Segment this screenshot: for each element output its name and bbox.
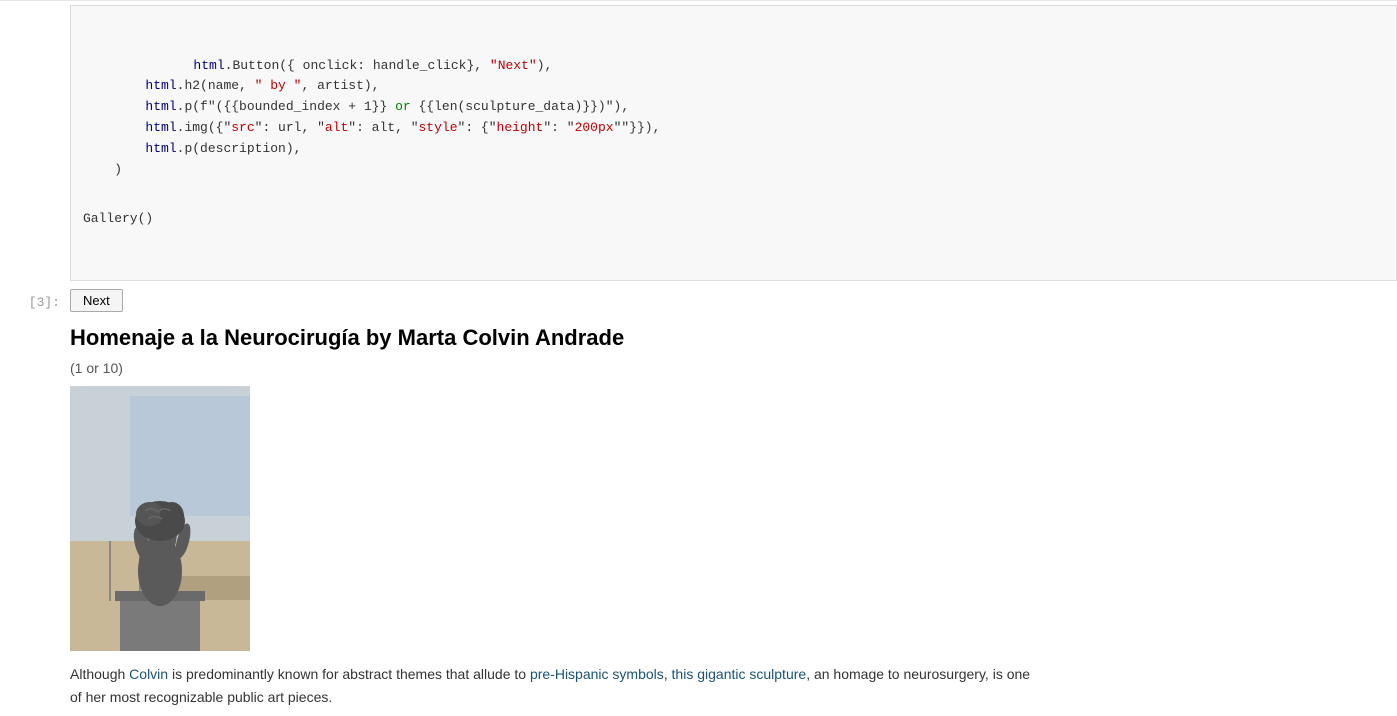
code-plain-3a: .p(f"({{bounded_index + 1}} <box>177 99 395 114</box>
code-kw-or: or <box>395 99 411 114</box>
code-plain-4d: ": {" <box>458 120 497 135</box>
code-paren-close: ) <box>114 162 122 177</box>
code-plain-3b: {{len(sculpture_data)}})"), <box>411 99 629 114</box>
gallery-output: Next Homenaje a la Neurocirugía by Marta… <box>70 289 1397 708</box>
code-line-3: html.p(f"({{bounded_index + 1}} or {{len… <box>83 97 1384 118</box>
code-html-obj-1: html <box>193 58 224 73</box>
code-block: html.Button({ onclick: handle_click}, "N… <box>70 5 1397 281</box>
code-str-4b: alt <box>325 120 348 135</box>
code-str-4a: src <box>231 120 254 135</box>
sculpture-counter: (1 or 10) <box>70 360 1397 376</box>
output-number-3: [3]: <box>0 289 70 708</box>
code-plain-1: .Button({ onclick: handle_click}, <box>225 58 490 73</box>
code-plain-4e: ": " <box>543 120 574 135</box>
code-plain-4f: ""}}), <box>614 120 661 135</box>
cell-number-empty <box>0 5 70 281</box>
code-str-4d: height <box>497 120 544 135</box>
code-str-2: " by " <box>255 78 302 93</box>
code-plain-2: .h2(name, <box>177 78 255 93</box>
code-str-1: "Next" <box>490 58 537 73</box>
code-plain-4b: ": url, " <box>255 120 325 135</box>
code-line-4: html.img({"src": url, "alt": alt, "style… <box>83 118 1384 139</box>
code-html-obj-2: html <box>145 78 176 93</box>
notebook-container: html.Button({ onclick: handle_click}, "N… <box>0 0 1397 716</box>
code-cell-3: html.Button({ onclick: handle_click}, "N… <box>0 0 1397 285</box>
code-line-2: html.h2(name, " by ", artist), <box>83 76 1384 97</box>
code-str-4e: 200px <box>575 120 614 135</box>
code-str-4c: style <box>419 120 458 135</box>
code-plain-1b: ), <box>537 58 553 73</box>
code-line-1: html.Button({ onclick: handle_click}, "N… <box>83 56 1384 77</box>
code-plain-4c: ": alt, " <box>348 120 418 135</box>
code-html-obj-5: html <box>145 141 176 156</box>
sculpture-description: Although Colvin is predominantly known f… <box>70 663 1360 708</box>
code-plain-4a: .img({" <box>177 120 232 135</box>
sculpture-svg <box>70 386 250 651</box>
code-line-5: html.p(description), <box>83 139 1384 160</box>
output-cell-3: [3]: Next Homenaje a la Neurocirugía by … <box>0 285 1397 716</box>
sculpture-title: Homenaje a la Neurocirugía by Marta Colv… <box>70 324 1397 353</box>
code-html-obj-4: html <box>145 120 176 135</box>
code-plain-5: .p(description), <box>177 141 302 156</box>
code-plain-2b: , artist), <box>301 78 379 93</box>
code-html-obj-3: html <box>145 99 176 114</box>
gallery-call: Gallery() <box>83 209 1384 230</box>
next-button[interactable]: Next <box>70 289 123 312</box>
sculpture-image <box>70 386 250 651</box>
code-line-6: ) <box>83 160 1384 181</box>
